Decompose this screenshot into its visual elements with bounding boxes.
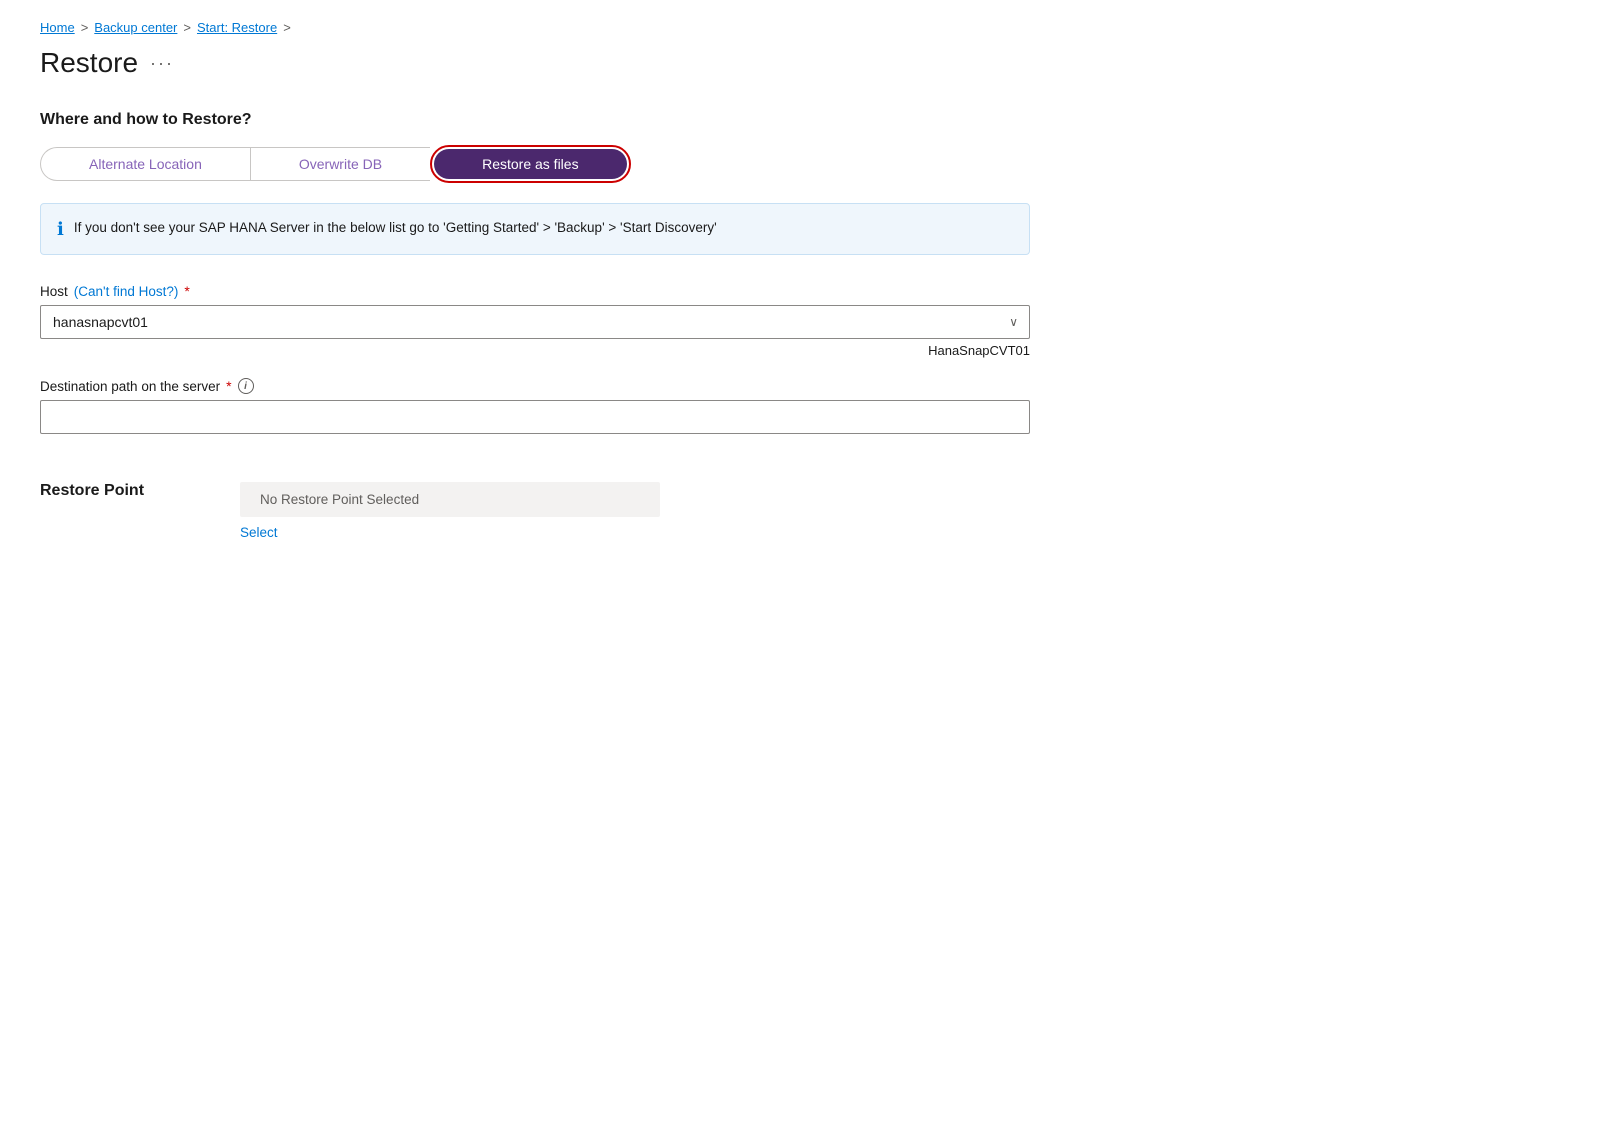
info-icon: ℹ bbox=[57, 219, 64, 240]
restore-type-tabs: Alternate Location Overwrite DB Restore … bbox=[40, 145, 1240, 183]
breadcrumb-start-restore[interactable]: Start: Restore bbox=[197, 20, 277, 35]
host-required-star: * bbox=[184, 283, 189, 299]
destination-info-icon[interactable]: i bbox=[238, 378, 254, 394]
tab-overwrite-db[interactable]: Overwrite DB bbox=[250, 147, 430, 181]
tab-alternate-location[interactable]: Alternate Location bbox=[40, 147, 250, 181]
destination-label-text: Destination path on the server bbox=[40, 379, 220, 394]
breadcrumb-sep3: > bbox=[283, 20, 291, 35]
breadcrumb-backup-center[interactable]: Backup center bbox=[94, 20, 177, 35]
host-subtext: HanaSnapCVT01 bbox=[40, 343, 1030, 358]
restore-point-section: Restore Point No Restore Point Selected … bbox=[40, 482, 1240, 540]
section-where-how-title: Where and how to Restore? bbox=[40, 111, 1240, 129]
breadcrumb: Home > Backup center > Start: Restore > bbox=[40, 20, 1240, 35]
restore-point-select-link[interactable]: Select bbox=[240, 525, 660, 540]
restore-point-placeholder: No Restore Point Selected bbox=[240, 482, 660, 517]
info-banner: ℹ If you don't see your SAP HANA Server … bbox=[40, 203, 1030, 255]
tab-restore-as-files-highlight: Restore as files bbox=[430, 145, 630, 183]
host-dropdown-wrapper: hanasnapcvt01 ∨ bbox=[40, 305, 1030, 339]
breadcrumb-sep1: > bbox=[81, 20, 89, 35]
host-field-label: Host (Can't find Host?) * bbox=[40, 283, 1240, 299]
host-label-text: Host bbox=[40, 284, 68, 299]
info-banner-text: If you don't see your SAP HANA Server in… bbox=[74, 218, 717, 238]
page-title: Restore bbox=[40, 47, 138, 79]
tab-restore-as-files[interactable]: Restore as files bbox=[434, 149, 626, 179]
cant-find-host-link[interactable]: (Can't find Host?) bbox=[74, 284, 179, 299]
destination-required-star: * bbox=[226, 378, 231, 394]
breadcrumb-sep2: > bbox=[183, 20, 191, 35]
host-dropdown[interactable]: hanasnapcvt01 bbox=[40, 305, 1030, 339]
ellipsis-menu-button[interactable]: ··· bbox=[150, 53, 174, 74]
restore-point-label: Restore Point bbox=[40, 482, 200, 500]
destination-field-label: Destination path on the server * i bbox=[40, 378, 1240, 394]
breadcrumb-home[interactable]: Home bbox=[40, 20, 75, 35]
destination-path-input[interactable] bbox=[40, 400, 1030, 434]
restore-point-content: No Restore Point Selected Select bbox=[240, 482, 660, 540]
